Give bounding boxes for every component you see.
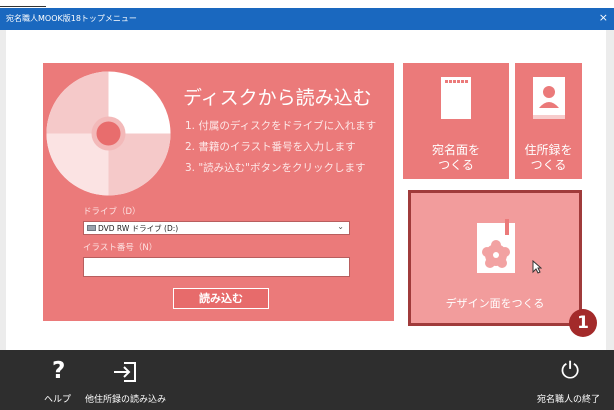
- step-3: 3. "読み込む"ボタンをクリックします: [185, 162, 366, 174]
- title-bar: 宛名職人MOOK版18トップメニュー ×: [0, 8, 614, 30]
- plum-flower-card-icon: [477, 219, 515, 273]
- top-strip-mark: [0, 0, 46, 7]
- drive-select-value: DVD RW ドライブ (D:): [98, 224, 179, 233]
- card-icon: [441, 77, 471, 119]
- power-icon[interactable]: ⏻: [561, 358, 579, 384]
- create-design-side-label: デザイン面をつくる: [445, 297, 545, 310]
- bottom-bar: ? ヘルプ 他住所録の読み込み ⏻ 宛名職人の終了: [0, 350, 614, 410]
- create-address-book-tile[interactable]: 住所録を つくる: [515, 63, 582, 179]
- disk-read-panel: ディスクから読み込む 1. 付属のディスクをドライブに入れます 2. 書籍のイラ…: [43, 63, 394, 321]
- disk-read-heading: ディスクから読み込む: [183, 87, 372, 109]
- illust-number-input[interactable]: [83, 257, 350, 277]
- import-label[interactable]: 他住所録の読み込み: [85, 392, 166, 405]
- help-icon[interactable]: ?: [52, 358, 65, 384]
- left-edge: [0, 30, 6, 350]
- disc-icon: [46, 71, 171, 196]
- create-address-side-line1: 宛名面を: [431, 143, 480, 157]
- mouse-cursor-icon: [532, 260, 542, 274]
- import-icon[interactable]: [112, 361, 138, 383]
- create-address-book-line2: つくる: [530, 158, 567, 172]
- step-number-badge: 1: [569, 309, 597, 337]
- read-button[interactable]: 読み込む: [173, 288, 269, 309]
- drive-select[interactable]: DVD RW ドライブ (D:) ⌄: [83, 221, 350, 235]
- create-design-side-tile[interactable]: デザイン面をつくる: [408, 190, 582, 326]
- top-strip: [0, 0, 614, 8]
- close-icon[interactable]: ×: [599, 11, 608, 25]
- create-address-side-tile[interactable]: 宛名面を つくる: [403, 63, 509, 179]
- disk-read-steps: 1. 付属のディスクをドライブに入れます 2. 書籍のイラスト番号を入力します …: [185, 116, 376, 179]
- chevron-down-icon: ⌄: [337, 222, 344, 231]
- drive-icon: [87, 225, 96, 231]
- illust-number-label: イラスト番号（N）: [83, 243, 158, 253]
- drive-label: ドライブ（D）: [83, 207, 141, 217]
- exit-label[interactable]: 宛名職人の終了: [537, 392, 600, 405]
- create-address-book-line1: 住所録を: [524, 143, 573, 157]
- window-title: 宛名職人MOOK版18トップメニュー: [6, 14, 137, 23]
- address-book-icon: [533, 77, 565, 119]
- create-address-side-line2: つくる: [438, 158, 474, 172]
- help-label[interactable]: ヘルプ: [44, 392, 71, 405]
- step-2: 2. 書籍のイラスト番号を入力します: [185, 141, 356, 153]
- right-edge: [606, 30, 614, 350]
- step-1: 1. 付属のディスクをドライブに入れます: [185, 120, 377, 132]
